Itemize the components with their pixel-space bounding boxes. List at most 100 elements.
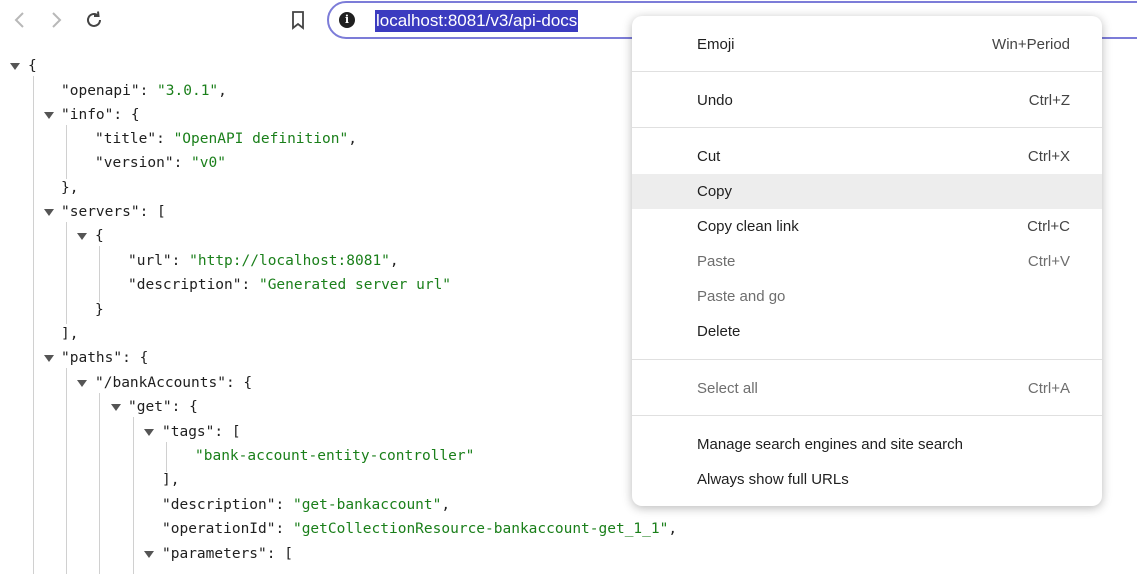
json-key: "parameters" [162, 546, 267, 562]
menu-item-cut[interactable]: Cut Ctrl+X [632, 139, 1102, 174]
menu-item-label: Emoji [697, 36, 735, 53]
json-line: "description": "Generated server url" [128, 273, 451, 297]
reload-icon [87, 11, 101, 27]
menu-separator [632, 415, 1102, 416]
menu-item-undo[interactable]: Undo Ctrl+Z [632, 83, 1102, 118]
chevron-left-icon [14, 12, 24, 28]
menu-item-label: Select all [697, 380, 758, 397]
json-key: "description" [128, 277, 242, 293]
json-string-value: "v0" [191, 155, 226, 171]
json-punctuation: , [389, 253, 399, 269]
indent-guide [99, 393, 100, 574]
json-punctuation: } [95, 302, 104, 318]
collapse-toggle-icon[interactable] [44, 112, 54, 119]
site-info-icon[interactable]: i [339, 12, 355, 28]
menu-item-label: Copy [697, 183, 733, 200]
menu-item-select-all: Select all Ctrl+A [632, 371, 1102, 406]
menu-item-shortcut: Ctrl+Z [1028, 92, 1070, 109]
json-punctuation: : [275, 497, 293, 513]
back-button[interactable] [6, 6, 34, 34]
json-punctuation: : [275, 521, 293, 537]
json-punctuation: : { [225, 375, 253, 391]
url-text-selected[interactable]: localhost:8081/v3/api-docs [375, 10, 579, 32]
json-punctuation: { [95, 228, 104, 244]
json-line: "operationId": "getCollectionResource-ba… [162, 517, 677, 541]
json-punctuation: : [171, 253, 190, 269]
menu-separator [632, 127, 1102, 128]
json-punctuation: , [668, 521, 678, 537]
indent-guide [133, 417, 134, 574]
collapse-toggle-icon[interactable] [111, 404, 121, 411]
json-key: "get" [128, 399, 172, 415]
json-key: "operationId" [162, 521, 276, 537]
indent-guide [99, 246, 100, 302]
json-punctuation: : [241, 277, 259, 293]
menu-item-shortcut: Ctrl+V [1027, 253, 1070, 270]
reload-button[interactable] [80, 6, 108, 34]
json-line: "openapi": "3.0.1", [61, 79, 227, 103]
json-line: } [95, 298, 104, 322]
chevron-right-icon [52, 12, 62, 28]
menu-item-copy-clean-link[interactable]: Copy clean link Ctrl+C [632, 209, 1102, 244]
menu-item-paste: Paste Ctrl+V [632, 244, 1102, 279]
menu-item-shortcut: Win+Period [992, 36, 1070, 53]
indent-guide [66, 222, 67, 324]
json-punctuation: : [139, 83, 158, 99]
collapse-toggle-icon[interactable] [144, 551, 154, 558]
json-line: "info": { [61, 103, 140, 127]
json-string-value: "get-bankaccount" [292, 497, 442, 513]
menu-item-copy[interactable]: Copy [632, 174, 1102, 209]
menu-item-manage-search-engines[interactable]: Manage search engines and site search [632, 427, 1102, 462]
collapse-toggle-icon[interactable] [77, 380, 87, 387]
menu-item-emoji[interactable]: Emoji Win+Period [632, 27, 1102, 62]
indent-guide [66, 368, 67, 574]
menu-item-label: Manage search engines and site search [697, 436, 964, 453]
json-punctuation: : { [122, 350, 149, 366]
json-line: ], [61, 322, 78, 346]
menu-item-label: Always show full URLs [697, 471, 849, 488]
menu-item-delete[interactable]: Delete [632, 314, 1102, 349]
json-string-value: "http://localhost:8081" [189, 253, 390, 269]
menu-separator [632, 359, 1102, 360]
json-line: "get": { [128, 395, 198, 419]
json-string-value: "getCollectionResource-bankaccount-get_1… [292, 521, 669, 537]
json-punctuation: , [441, 497, 451, 513]
json-key: "tags" [162, 424, 215, 440]
menu-separator [632, 71, 1102, 72]
json-string-value: "bank-account-entity-controller" [195, 448, 475, 464]
json-line: "bank-account-entity-controller" [195, 444, 474, 468]
menu-item-paste-and-go: Paste and go [632, 279, 1102, 314]
json-punctuation: : [ [139, 204, 166, 220]
json-punctuation: : [ [214, 424, 241, 440]
bookmark-button[interactable] [284, 6, 312, 34]
collapse-toggle-icon[interactable] [44, 209, 54, 216]
json-line: }, [61, 176, 78, 200]
menu-item-shortcut: Ctrl+X [1027, 148, 1070, 165]
json-key: "paths" [61, 350, 123, 366]
json-string-value: "Generated server url" [258, 277, 452, 293]
json-punctuation: , [348, 131, 357, 147]
collapse-toggle-icon[interactable] [144, 429, 154, 436]
json-line: "paths": { [61, 346, 148, 370]
menu-item-label: Cut [697, 148, 721, 165]
json-line: "description": "get-bankaccount", [162, 493, 450, 517]
json-key: "servers" [61, 204, 140, 220]
menu-item-always-show-full-urls[interactable]: Always show full URLs [632, 462, 1102, 497]
json-key: "openapi" [61, 83, 140, 99]
collapse-toggle-icon[interactable] [77, 233, 87, 240]
indent-guide [66, 125, 67, 179]
json-key: "url" [128, 253, 172, 269]
menu-item-label: Undo [697, 92, 733, 109]
json-line: { [95, 224, 104, 248]
collapse-toggle-icon[interactable] [44, 355, 54, 362]
bookmark-icon [292, 11, 304, 30]
menu-item-label: Copy clean link [697, 218, 799, 235]
collapse-toggle-icon[interactable] [10, 63, 20, 70]
menu-item-shortcut: Ctrl+C [1027, 218, 1070, 235]
json-punctuation: : [156, 131, 174, 147]
json-punctuation: ], [61, 326, 79, 342]
menu-item-label: Delete [697, 323, 741, 340]
json-line: "tags": [ [162, 420, 241, 444]
context-menu: Emoji Win+Period Undo Ctrl+Z Cut Ctrl+X Copy Co… [632, 16, 1102, 506]
forward-button[interactable] [42, 6, 70, 34]
